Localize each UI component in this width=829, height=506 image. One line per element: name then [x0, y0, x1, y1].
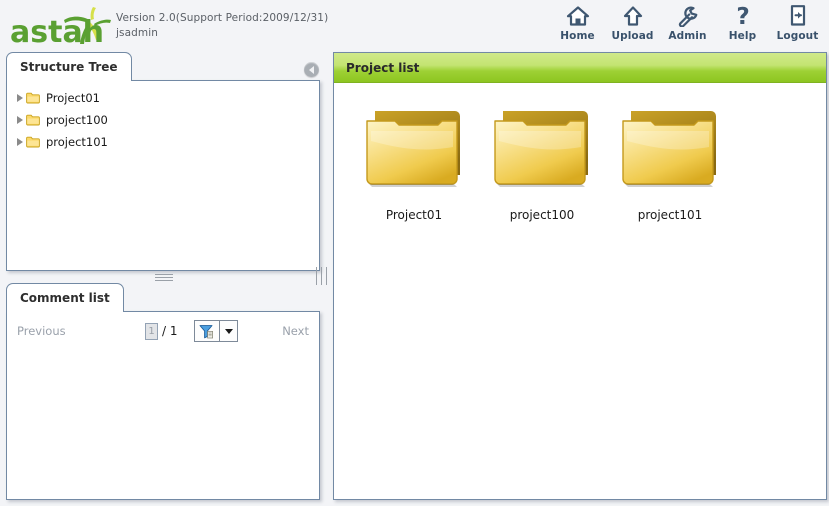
- folder-icon: [26, 114, 43, 126]
- page-total-label: / 1: [162, 324, 178, 338]
- page-title: Project list: [346, 60, 420, 75]
- tree-item-label: Project01: [46, 91, 100, 105]
- project-tile[interactable]: project100: [478, 101, 606, 222]
- tab-structure-tree[interactable]: Structure Tree: [6, 52, 132, 81]
- splitter-grip-icon: [154, 272, 173, 283]
- top-toolbar: Home Upload Admin ? Help Logout: [550, 2, 825, 48]
- comment-list-body: Previous / 1 Next: [6, 311, 320, 500]
- triangle-right-icon[interactable]: [13, 138, 26, 146]
- triangle-right-icon[interactable]: [13, 94, 26, 102]
- svg-text:?: ?: [736, 4, 749, 28]
- wrench-icon: [676, 2, 700, 29]
- structure-tree-body: Project01 project100 project101: [6, 80, 320, 271]
- page-header: astah Version 2.0(Support Period:2009/12…: [0, 0, 829, 50]
- admin-button[interactable]: Admin: [660, 2, 715, 48]
- folder-large-icon: [487, 101, 597, 200]
- folder-large-icon: [615, 101, 725, 200]
- project-list-header: Project list: [334, 53, 826, 83]
- folder-icon: [26, 136, 43, 148]
- folder-icon: [26, 92, 43, 104]
- project-list-panel: Project list Project01 project100 projec…: [333, 52, 827, 500]
- vertical-splitter[interactable]: [314, 52, 328, 500]
- project-tile[interactable]: Project01: [350, 101, 478, 222]
- project-name: Project01: [385, 208, 443, 222]
- astah-logo: astah: [8, 4, 112, 50]
- astah-logo-svg: astah: [10, 7, 111, 50]
- structure-tree-panel: Structure Tree Project01 project100 proj…: [0, 52, 327, 271]
- tab-comment-list-label: Comment list: [20, 291, 110, 305]
- home-icon: [566, 2, 590, 29]
- comment-list-panel: Comment list Previous / 1: [0, 283, 327, 500]
- horizontal-splitter[interactable]: [0, 271, 327, 283]
- exit-door-icon: [788, 2, 808, 29]
- version-info: Version 2.0(Support Period:2009/12/31) j…: [116, 11, 328, 41]
- tree-item[interactable]: Project01: [7, 87, 319, 109]
- home-label: Home: [560, 30, 595, 42]
- tree-item-label: project101: [46, 135, 108, 149]
- admin-label: Admin: [668, 30, 707, 42]
- project-grid: Project01 project100 project101: [334, 83, 826, 236]
- chevron-left-circle-icon[interactable]: [304, 62, 319, 77]
- upload-arrow-icon: [622, 2, 644, 29]
- svg-text:astah: astah: [10, 15, 104, 48]
- chevron-down-icon[interactable]: [220, 321, 237, 341]
- tab-comment-list[interactable]: Comment list: [6, 283, 124, 312]
- project-tile[interactable]: project101: [606, 101, 734, 222]
- tree-item[interactable]: project101: [7, 131, 319, 153]
- next-button[interactable]: Next: [282, 324, 309, 338]
- username-text: jsadmin: [116, 27, 158, 39]
- help-button[interactable]: ? Help: [715, 2, 770, 48]
- left-column: Structure Tree Project01 project100 proj…: [0, 52, 327, 500]
- application-window: astah Version 2.0(Support Period:2009/12…: [0, 0, 829, 506]
- help-label: Help: [728, 30, 757, 42]
- previous-button[interactable]: Previous: [17, 324, 66, 338]
- tree-item-label: project100: [46, 113, 108, 127]
- tree-item[interactable]: project100: [7, 109, 319, 131]
- project-name: project101: [637, 208, 703, 222]
- filter-control-group: [194, 320, 238, 342]
- triangle-right-icon[interactable]: [13, 116, 26, 124]
- question-mark-icon: ?: [733, 2, 753, 29]
- upload-button[interactable]: Upload: [605, 2, 660, 48]
- page-number-input[interactable]: [145, 323, 158, 340]
- splitter-grip-icon: [314, 267, 329, 285]
- funnel-filter-icon[interactable]: [195, 321, 220, 341]
- version-text: Version 2.0(Support Period:2009/12/31): [116, 12, 329, 24]
- comment-pager: Previous / 1 Next: [7, 312, 321, 350]
- home-button[interactable]: Home: [550, 2, 605, 48]
- logout-label: Logout: [776, 30, 819, 42]
- tab-structure-tree-label: Structure Tree: [20, 60, 118, 74]
- upload-label: Upload: [611, 30, 654, 42]
- folder-large-icon: [359, 101, 469, 200]
- project-name: project100: [509, 208, 575, 222]
- logout-button[interactable]: Logout: [770, 2, 825, 48]
